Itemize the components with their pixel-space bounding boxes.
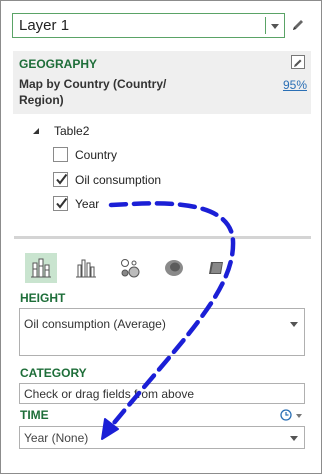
mapping-confidence-link[interactable]: 95%: [283, 78, 307, 92]
clock-icon[interactable]: [280, 409, 292, 421]
oil-consumption-checkbox[interactable]: [53, 172, 68, 187]
field-label-country[interactable]: Country: [75, 148, 117, 162]
checkmark-icon: [56, 173, 68, 185]
layer-name: Layer 1: [19, 17, 70, 34]
field-label-oil-consumption[interactable]: Oil consumption: [75, 173, 161, 187]
rename-layer-pencil-icon[interactable]: [291, 17, 305, 33]
time-field-value: Year (None): [24, 431, 89, 445]
category-placeholder: Check or drag fields from above: [24, 387, 195, 401]
clustered-column-icon: [76, 259, 96, 278]
map-by-line2: Region): [19, 93, 64, 107]
viz-region-button[interactable]: [201, 253, 233, 283]
region-icon: [209, 262, 223, 274]
stacked-column-icon: [31, 258, 51, 278]
edit-geography-button[interactable]: [291, 55, 305, 69]
layer-dropdown[interactable]: Layer 1: [12, 13, 285, 38]
section-divider: [14, 236, 311, 239]
time-settings-chevron-icon[interactable]: [296, 414, 302, 418]
time-title: TIME: [20, 408, 49, 422]
time-field-well[interactable]: Year (None): [19, 426, 305, 449]
collapse-triangle-icon[interactable]: [33, 128, 39, 134]
viz-clustered-column-button[interactable]: [70, 253, 102, 283]
country-checkbox[interactable]: [53, 147, 68, 162]
geography-title: GEOGRAPHY: [19, 57, 98, 71]
height-title: HEIGHT: [20, 291, 66, 305]
viz-bubble-button[interactable]: [114, 253, 146, 283]
category-title: CATEGORY: [20, 366, 87, 380]
height-field-value: Oil consumption (Average): [24, 317, 166, 331]
chevron-down-icon[interactable]: [290, 322, 298, 327]
chevron-down-icon[interactable]: [290, 436, 298, 441]
table-name: Table2: [54, 124, 90, 138]
dropdown-separator: [265, 17, 266, 34]
viz-heat-map-button[interactable]: [158, 253, 190, 283]
map-by-label: Map by Country (Country/ Region): [19, 76, 199, 108]
layer-pane: Layer 1 GEOGRAPHY Map by Country (Countr…: [0, 0, 322, 474]
category-field-well[interactable]: Check or drag fields from above: [19, 383, 305, 404]
chevron-down-icon[interactable]: [271, 24, 279, 29]
pencil-icon: [294, 59, 302, 67]
height-field-well[interactable]: Oil consumption (Average): [19, 308, 305, 356]
heat-map-icon: [165, 260, 183, 276]
bubble-icon: [121, 259, 140, 278]
map-by-line1: Map by Country (Country/: [19, 77, 167, 91]
geography-section: GEOGRAPHY Map by Country (Country/ Regio…: [13, 51, 311, 114]
year-checkbox[interactable]: [53, 196, 68, 211]
viz-stacked-column-button[interactable]: [25, 253, 57, 283]
checkmark-icon: [56, 197, 68, 209]
field-label-year[interactable]: Year: [75, 197, 99, 211]
